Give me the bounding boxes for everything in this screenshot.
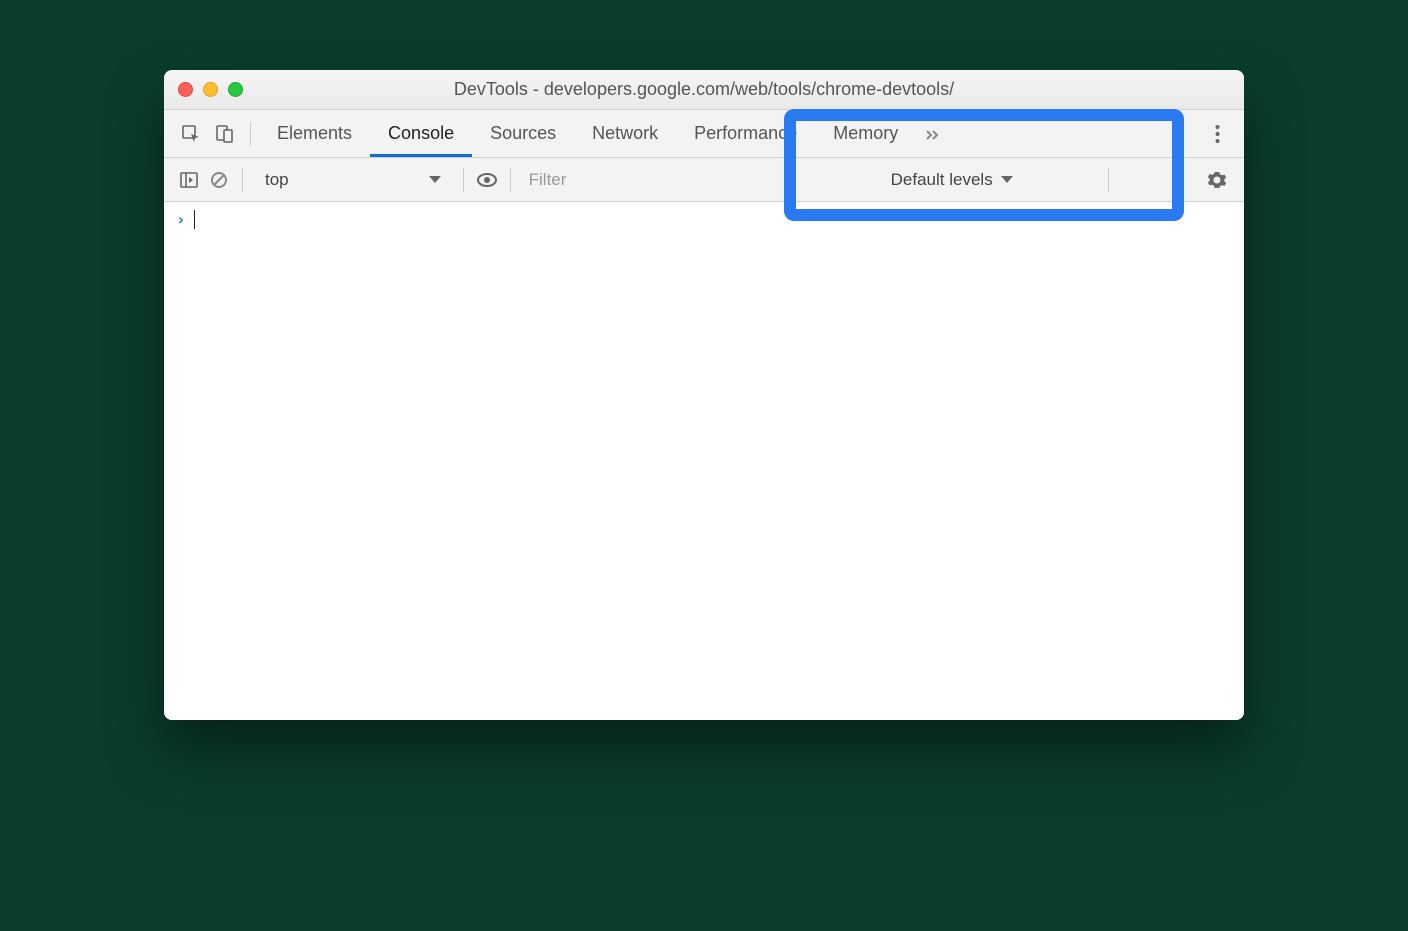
context-selector[interactable]: top xyxy=(251,170,455,190)
tab-elements[interactable]: Elements xyxy=(259,110,370,157)
tab-memory[interactable]: Memory xyxy=(815,110,916,157)
devtools-window: DevTools - developers.google.com/web/too… xyxy=(164,70,1244,720)
context-label: top xyxy=(265,170,289,190)
window-title: DevTools - developers.google.com/web/too… xyxy=(454,79,954,100)
traffic-lights xyxy=(178,82,243,97)
tab-sources[interactable]: Sources xyxy=(472,110,574,157)
separator xyxy=(463,168,464,192)
inspect-element-icon[interactable] xyxy=(174,117,208,151)
chevron-down-icon xyxy=(429,176,441,183)
window-close-button[interactable] xyxy=(178,82,193,97)
more-tabs-icon[interactable] xyxy=(916,117,950,151)
tab-label: Sources xyxy=(490,123,556,144)
tab-label: Console xyxy=(388,123,454,144)
tab-label: Performance xyxy=(694,123,797,144)
device-toolbar-icon[interactable] xyxy=(208,117,242,151)
log-levels-dropdown[interactable]: Default levels xyxy=(879,158,1025,201)
live-expression-icon[interactable] xyxy=(472,165,502,195)
devtools-tabbar: Elements Console Sources Network Perform… xyxy=(164,110,1244,158)
clear-console-icon[interactable] xyxy=(204,165,234,195)
toggle-sidebar-icon[interactable] xyxy=(174,165,204,195)
separator xyxy=(250,122,251,146)
separator xyxy=(510,168,511,192)
separator xyxy=(242,168,243,192)
tab-label: Memory xyxy=(833,123,898,144)
separator xyxy=(1108,168,1109,192)
tab-performance[interactable]: Performance xyxy=(676,110,815,157)
console-settings-icon[interactable] xyxy=(1200,163,1234,197)
levels-label: Default levels xyxy=(891,170,993,190)
tab-label: Network xyxy=(592,123,658,144)
filter-input[interactable] xyxy=(519,164,679,196)
console-prompt[interactable]: › xyxy=(176,210,1232,229)
input-cursor xyxy=(194,210,195,229)
window-maximize-button[interactable] xyxy=(228,82,243,97)
window-minimize-button[interactable] xyxy=(203,82,218,97)
prompt-arrow-icon: › xyxy=(176,210,186,229)
window-titlebar: DevTools - developers.google.com/web/too… xyxy=(164,70,1244,110)
chevron-down-icon xyxy=(1001,176,1013,183)
tab-console[interactable]: Console xyxy=(370,110,472,157)
tab-label: Elements xyxy=(277,123,352,144)
tab-network[interactable]: Network xyxy=(574,110,676,157)
console-toolbar: top Default levels xyxy=(164,158,1244,202)
more-options-icon[interactable] xyxy=(1200,117,1234,151)
console-output[interactable]: › xyxy=(164,202,1244,720)
